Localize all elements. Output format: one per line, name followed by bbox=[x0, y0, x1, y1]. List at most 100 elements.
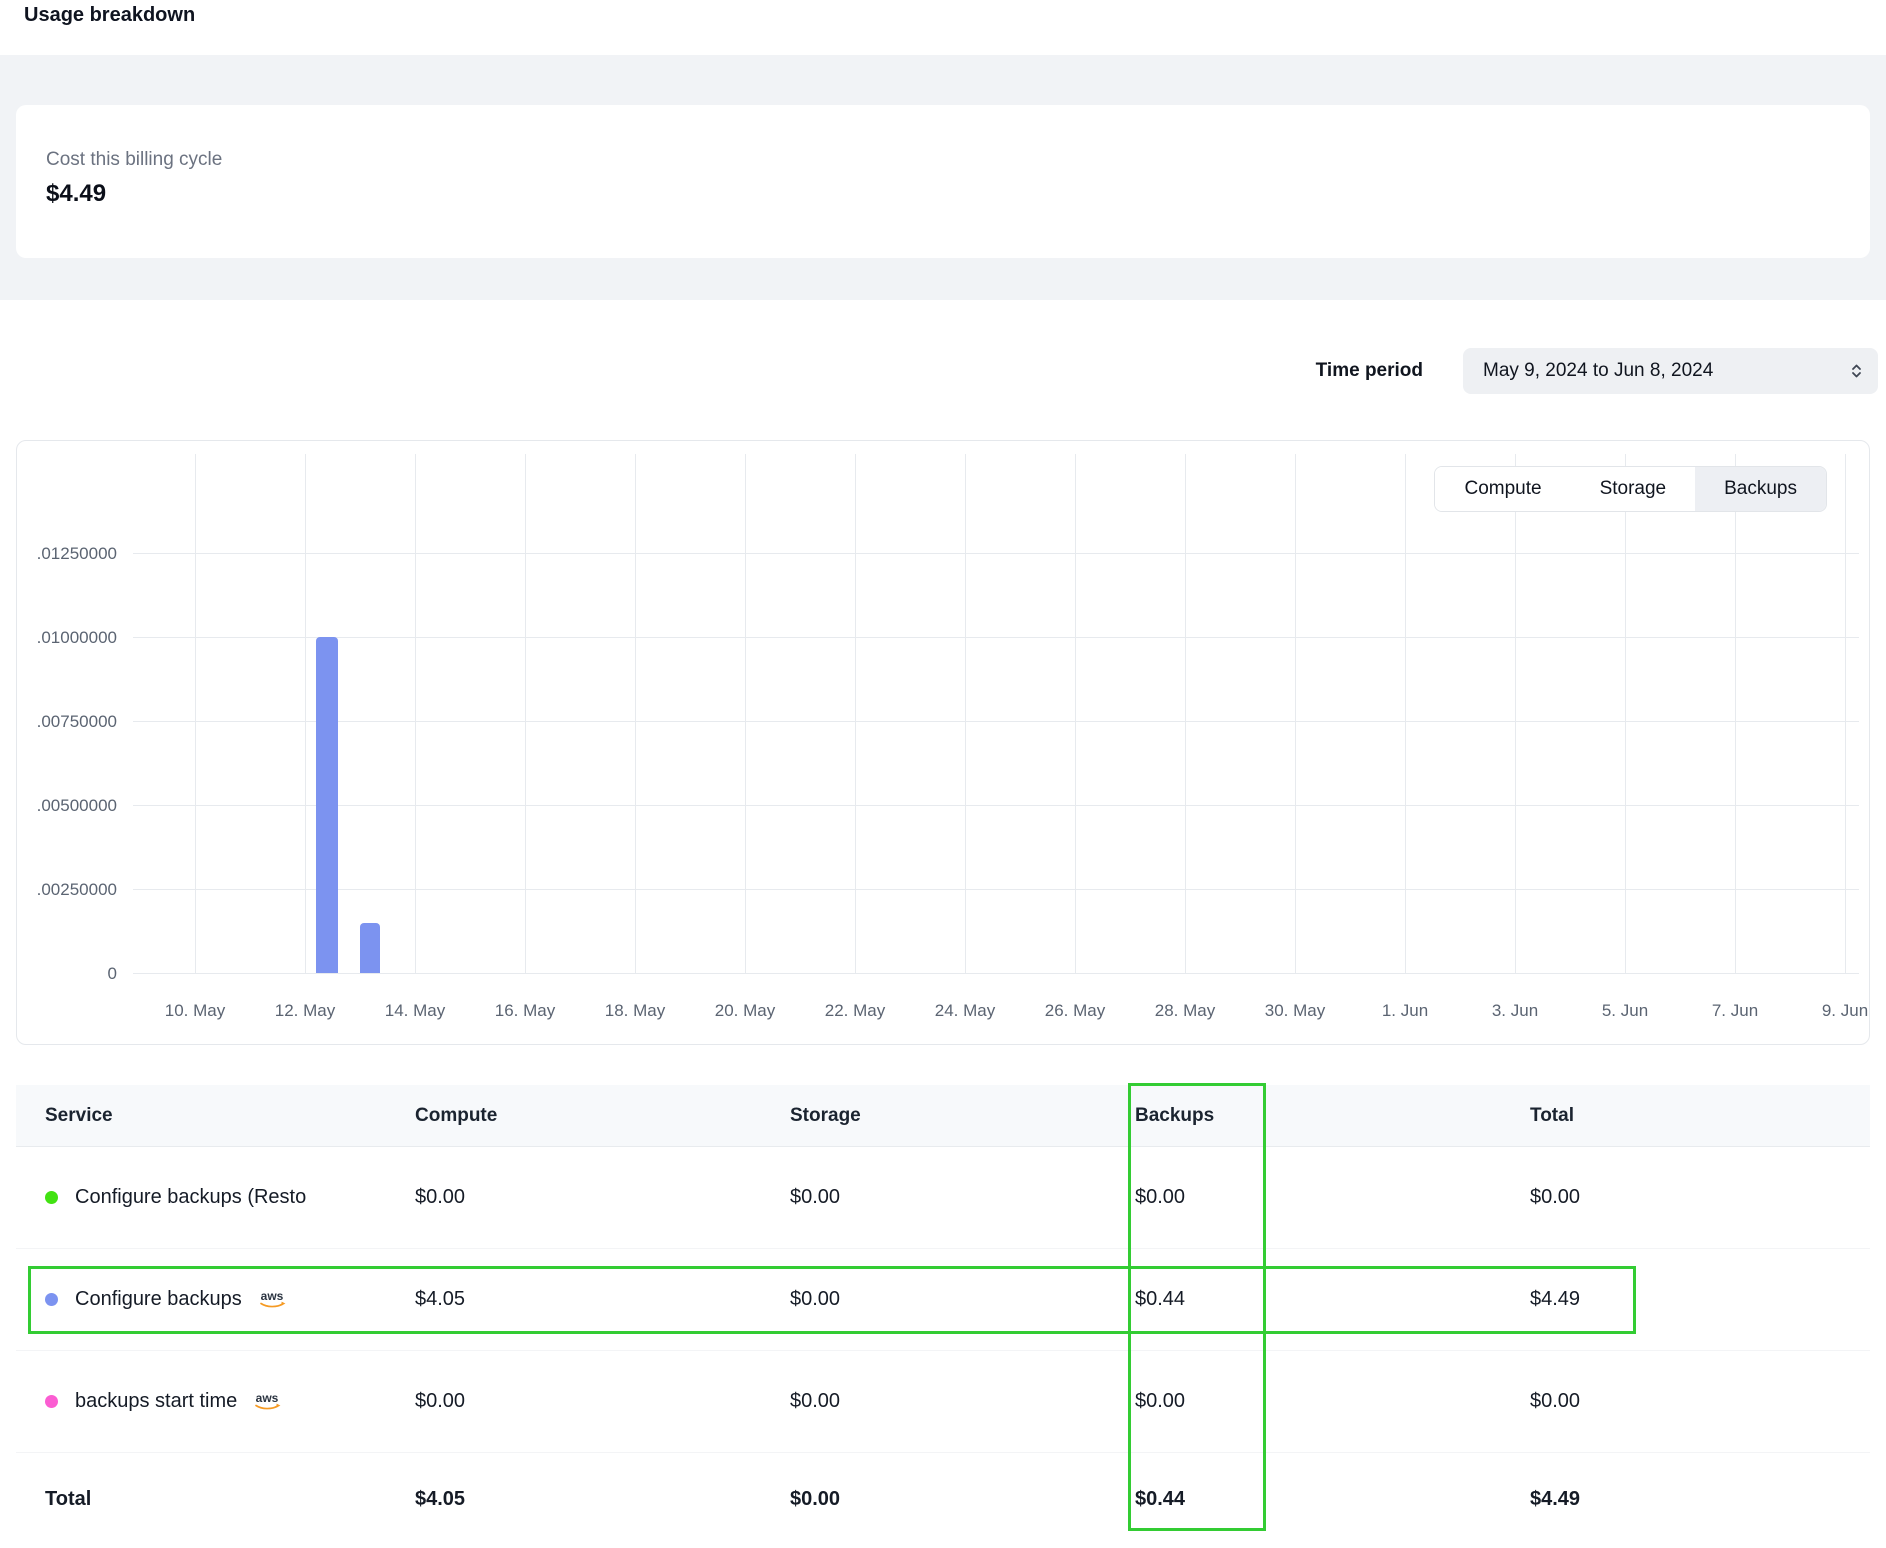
x-tick-label: 3. Jun bbox=[1465, 1001, 1565, 1021]
service-name: Configure backups bbox=[75, 1288, 242, 1311]
service-cell: Configure backups (Resto bbox=[45, 1186, 415, 1209]
series-dot-blue bbox=[45, 1293, 58, 1306]
v-gridline bbox=[415, 454, 416, 974]
x-tick-label: 28. May bbox=[1135, 1001, 1235, 1021]
total-total: $4.49 bbox=[1530, 1488, 1870, 1511]
series-dot-green bbox=[45, 1191, 58, 1204]
v-gridline bbox=[965, 454, 966, 974]
table-total-row: Total $4.05 $0.00 $0.44 $4.49 bbox=[16, 1453, 1870, 1545]
v-gridline bbox=[305, 454, 306, 974]
chart-y-axis: 0.00250000.00500000.00750000.01000000.01… bbox=[17, 454, 117, 974]
x-tick-label: 30. May bbox=[1245, 1001, 1345, 1021]
chart-bar bbox=[316, 637, 338, 973]
service-name: Configure backups (Resto bbox=[75, 1186, 306, 1209]
billing-cost-card: Cost this billing cycle $4.49 bbox=[16, 105, 1870, 258]
table-row-configure-backups: Configure backups aws $4.05 $0.00 $0.44 … bbox=[16, 1249, 1870, 1351]
chart-x-axis: 10. May 12. May 14. May 16. May 18. May 20. M… bbox=[17, 1001, 1871, 1027]
usage-table: Service Compute Storage Backups Total Co… bbox=[16, 1085, 1870, 1545]
x-tick-label: 22. May bbox=[805, 1001, 905, 1021]
y-tick-label: .01250000 bbox=[17, 544, 117, 564]
v-gridline bbox=[1515, 454, 1516, 974]
v-gridline bbox=[525, 454, 526, 974]
x-tick-label: 9. Jun bbox=[1795, 1001, 1886, 1021]
y-tick-label: .00250000 bbox=[17, 880, 117, 900]
cell-compute: $4.05 bbox=[415, 1288, 790, 1311]
tab-backups[interactable]: Backups bbox=[1695, 467, 1826, 511]
time-period-select[interactable]: May 9, 2024 to Jun 8, 2024 bbox=[1463, 348, 1878, 394]
chart-metric-tabs: Compute Storage Backups bbox=[1434, 466, 1827, 512]
tab-storage[interactable]: Storage bbox=[1571, 467, 1696, 511]
x-tick-label: 7. Jun bbox=[1685, 1001, 1785, 1021]
x-tick-label: 24. May bbox=[915, 1001, 1015, 1021]
total-label: Total bbox=[45, 1488, 415, 1511]
x-tick-label: 26. May bbox=[1025, 1001, 1125, 1021]
cell-storage: $0.00 bbox=[790, 1186, 1135, 1209]
cell-backups: $0.00 bbox=[1135, 1186, 1530, 1209]
y-tick-label: .01000000 bbox=[17, 628, 117, 648]
service-name: backups start time bbox=[75, 1390, 237, 1413]
x-tick-label: 18. May bbox=[585, 1001, 685, 1021]
v-gridline bbox=[1295, 454, 1296, 974]
cell-total: $4.49 bbox=[1530, 1288, 1870, 1311]
y-tick-label: .00500000 bbox=[17, 796, 117, 816]
svg-text:aws: aws bbox=[256, 1391, 279, 1405]
chart-plot-area bbox=[133, 454, 1859, 974]
cell-backups: $0.44 bbox=[1135, 1288, 1530, 1311]
usage-chart-card: Compute Storage Backups 0 .00250000 .00500… bbox=[16, 440, 1870, 1045]
h-gridline bbox=[133, 973, 1859, 974]
cell-total: $0.00 bbox=[1530, 1390, 1870, 1413]
col-header-storage: Storage bbox=[790, 1105, 1135, 1127]
y-tick-label: .00750000 bbox=[17, 712, 117, 732]
col-header-total: Total bbox=[1530, 1105, 1870, 1127]
x-tick-label: 12. May bbox=[255, 1001, 355, 1021]
col-header-service: Service bbox=[45, 1105, 415, 1127]
table-row-configure-backups-restored: Configure backups (Resto $0.00 $0.00 $0.… bbox=[16, 1147, 1870, 1249]
v-gridline bbox=[1845, 454, 1846, 974]
cell-storage: $0.00 bbox=[790, 1288, 1135, 1311]
col-header-backups: Backups bbox=[1135, 1105, 1530, 1127]
aws-icon: aws bbox=[251, 1391, 283, 1412]
v-gridline bbox=[635, 454, 636, 974]
v-gridline bbox=[1185, 454, 1186, 974]
billing-cost-label: Cost this billing cycle bbox=[46, 149, 1840, 171]
v-gridline bbox=[745, 454, 746, 974]
billing-summary-band: Cost this billing cycle $4.49 bbox=[0, 55, 1886, 300]
h-gridline bbox=[133, 721, 1859, 722]
time-period-label: Time period bbox=[1316, 360, 1423, 382]
h-gridline bbox=[133, 637, 1859, 638]
v-gridline bbox=[1735, 454, 1736, 974]
cell-storage: $0.00 bbox=[790, 1390, 1135, 1413]
h-gridline bbox=[133, 553, 1859, 554]
v-gridline bbox=[195, 454, 196, 974]
service-cell: backups start time aws bbox=[45, 1390, 415, 1413]
x-tick-label: 5. Jun bbox=[1575, 1001, 1675, 1021]
total-storage: $0.00 bbox=[790, 1488, 1135, 1511]
aws-icon: aws bbox=[256, 1289, 288, 1310]
time-period-value: May 9, 2024 to Jun 8, 2024 bbox=[1483, 360, 1713, 382]
cell-compute: $0.00 bbox=[415, 1390, 790, 1413]
y-tick-label: 0 bbox=[17, 964, 117, 984]
total-compute: $4.05 bbox=[415, 1488, 790, 1511]
tab-compute[interactable]: Compute bbox=[1435, 467, 1570, 511]
col-header-compute: Compute bbox=[415, 1105, 790, 1127]
updown-chevron-icon bbox=[1849, 361, 1864, 381]
v-gridline bbox=[1625, 454, 1626, 974]
table-header-row: Service Compute Storage Backups Total bbox=[16, 1085, 1870, 1147]
cell-backups: $0.00 bbox=[1135, 1390, 1530, 1413]
v-gridline bbox=[1405, 454, 1406, 974]
service-cell: Configure backups aws bbox=[45, 1288, 415, 1311]
x-tick-label: 14. May bbox=[365, 1001, 465, 1021]
series-dot-pink bbox=[45, 1395, 58, 1408]
h-gridline bbox=[133, 805, 1859, 806]
time-period-row: Time period May 9, 2024 to Jun 8, 2024 bbox=[1316, 348, 1878, 394]
v-gridline bbox=[1075, 454, 1076, 974]
h-gridline bbox=[133, 889, 1859, 890]
x-tick-label: 20. May bbox=[695, 1001, 795, 1021]
total-backups: $0.44 bbox=[1135, 1488, 1530, 1511]
x-tick-label: 1. Jun bbox=[1355, 1001, 1455, 1021]
cell-total: $0.00 bbox=[1530, 1186, 1870, 1209]
cell-compute: $0.00 bbox=[415, 1186, 790, 1209]
x-tick-label: 10. May bbox=[145, 1001, 245, 1021]
x-tick-label: 16. May bbox=[475, 1001, 575, 1021]
v-gridline bbox=[855, 454, 856, 974]
